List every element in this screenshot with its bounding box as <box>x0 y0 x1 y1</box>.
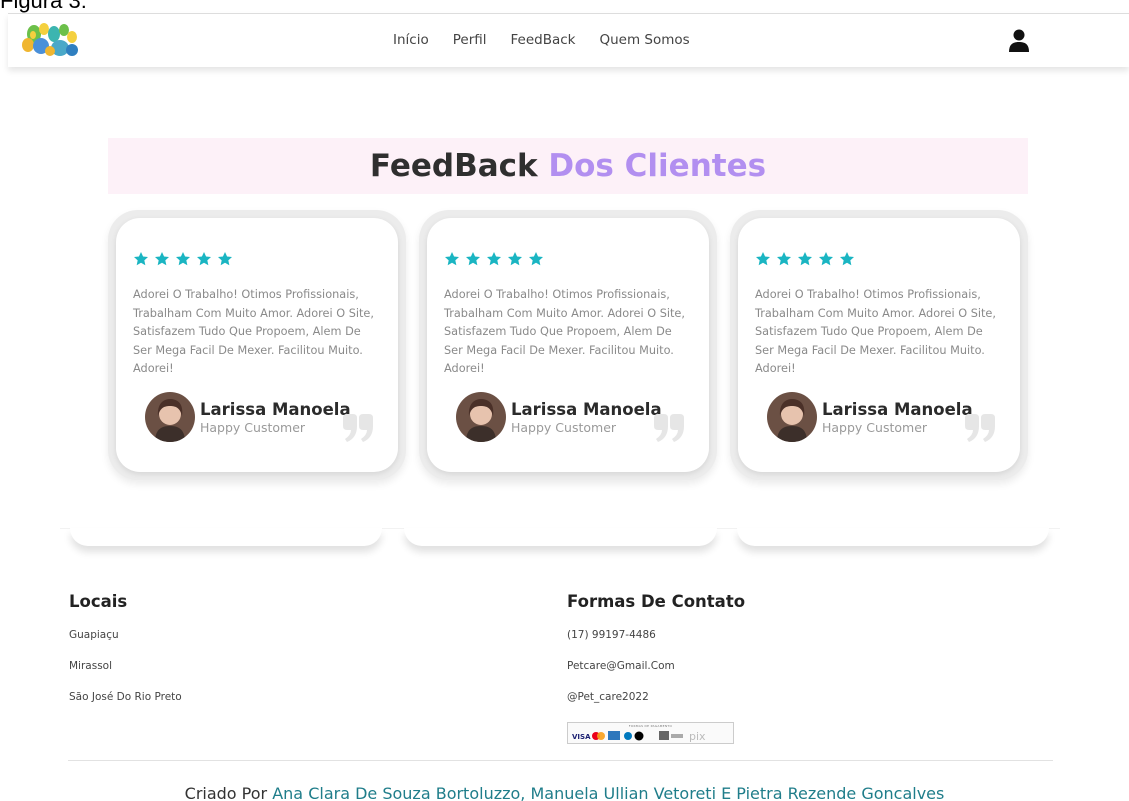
star-icon <box>756 252 770 266</box>
local-item: São José Do Rio Preto <box>69 691 182 703</box>
quote-icon <box>343 414 373 442</box>
contact-phone[interactable]: (17) 99197-4486 <box>567 629 656 641</box>
star-icon <box>798 252 812 266</box>
avatar-photo-icon <box>767 392 817 442</box>
local-item: Mirassol <box>69 660 113 672</box>
star-icon <box>777 252 791 266</box>
avatar-photo-icon <box>145 392 195 442</box>
contact-email[interactable]: Petcare@Gmail.Com <box>567 660 675 672</box>
contact-instagram[interactable]: @Pet_care2022 <box>567 691 649 703</box>
lower-card-middle <box>404 528 717 546</box>
customer-name: Larissa Manoela <box>822 400 973 419</box>
customer-role: Happy Customer <box>822 420 928 435</box>
star-icon <box>445 252 459 266</box>
review-text: Adorei O Trabalho! Otimos Profissionais,… <box>755 288 996 375</box>
review-text: Adorei O Trabalho! Otimos Profissionais,… <box>133 288 374 375</box>
avatar <box>767 392 817 442</box>
lower-card-left <box>70 528 382 546</box>
nav-link-quem-somos[interactable]: Quem Somos <box>600 32 690 48</box>
avatar <box>456 392 506 442</box>
customer-name: Larissa Manoela <box>200 400 351 419</box>
star-icon <box>508 252 522 266</box>
star-icon <box>134 252 148 266</box>
quote-icon <box>965 414 995 442</box>
credits-line: Criado Por Ana Clara De Souza Bortoluzzo… <box>0 784 1129 801</box>
review-text: Adorei O Trabalho! Otimos Profissionais,… <box>444 288 685 375</box>
star-icon <box>819 252 833 266</box>
star-icon <box>840 252 854 266</box>
payment-logos-icon: VISA pix <box>572 730 706 743</box>
customer-role: Happy Customer <box>511 420 617 435</box>
user-icon[interactable] <box>1008 29 1030 53</box>
locais-heading: Locais <box>69 592 128 611</box>
nav-link-feedback[interactable]: FeedBack <box>511 32 576 48</box>
avatar <box>145 392 195 442</box>
customer-role: Happy Customer <box>200 420 306 435</box>
nav-link-perfil[interactable]: Perfil <box>453 32 487 48</box>
credits-names: Ana Clara De Souza Bortoluzzo, Manuela U… <box>272 784 945 801</box>
star-rating <box>755 251 860 267</box>
figure-caption: Figura 3: <box>0 0 87 13</box>
star-icon <box>466 252 480 266</box>
feedback-card: Adorei O Trabalho! Otimos Profissionais,… <box>116 218 398 472</box>
star-rating <box>133 251 238 267</box>
svg-text:VISA: VISA <box>572 733 591 741</box>
star-icon <box>176 252 190 266</box>
top-navbar: Início Perfil FeedBack Quem Somos <box>8 13 1129 67</box>
feedback-card: Adorei O Trabalho! Otimos Profissionais,… <box>738 218 1020 472</box>
lower-card-right <box>737 528 1049 546</box>
customer-name: Larissa Manoela <box>511 400 662 419</box>
feedback-card-outer-3: Adorei O Trabalho! Otimos Profissionais,… <box>730 210 1028 480</box>
feedback-title-accent: Dos Clientes <box>548 148 767 184</box>
payment-methods-banner: FORMAS DE PAGAMENTO VISA pix <box>567 722 734 744</box>
feedback-card: Adorei O Trabalho! Otimos Profissionais,… <box>427 218 709 472</box>
star-icon <box>218 252 232 266</box>
paw-logo-icon[interactable] <box>20 20 82 60</box>
feedback-card-outer-1: Adorei O Trabalho! Otimos Profissionais,… <box>108 210 406 480</box>
feedback-title-banner: FeedBack Dos Clientes <box>108 138 1028 194</box>
star-rating <box>444 251 549 267</box>
star-icon <box>487 252 501 266</box>
credits-prefix: Criado Por <box>184 784 268 801</box>
local-item: Guapiaçu <box>69 629 119 641</box>
nav-menu: Início Perfil FeedBack Quem Somos <box>393 32 714 48</box>
star-icon <box>155 252 169 266</box>
footer-divider <box>68 760 1053 761</box>
quote-icon <box>654 414 684 442</box>
star-icon <box>529 252 543 266</box>
nav-link-inicio[interactable]: Início <box>393 32 429 48</box>
feedback-title-main: FeedBack <box>369 148 538 184</box>
contato-heading: Formas De Contato <box>567 592 746 611</box>
star-icon <box>197 252 211 266</box>
svg-text:pix: pix <box>689 730 706 743</box>
avatar-photo-icon <box>456 392 506 442</box>
feedback-card-outer-2: Adorei O Trabalho! Otimos Profissionais,… <box>419 210 717 480</box>
